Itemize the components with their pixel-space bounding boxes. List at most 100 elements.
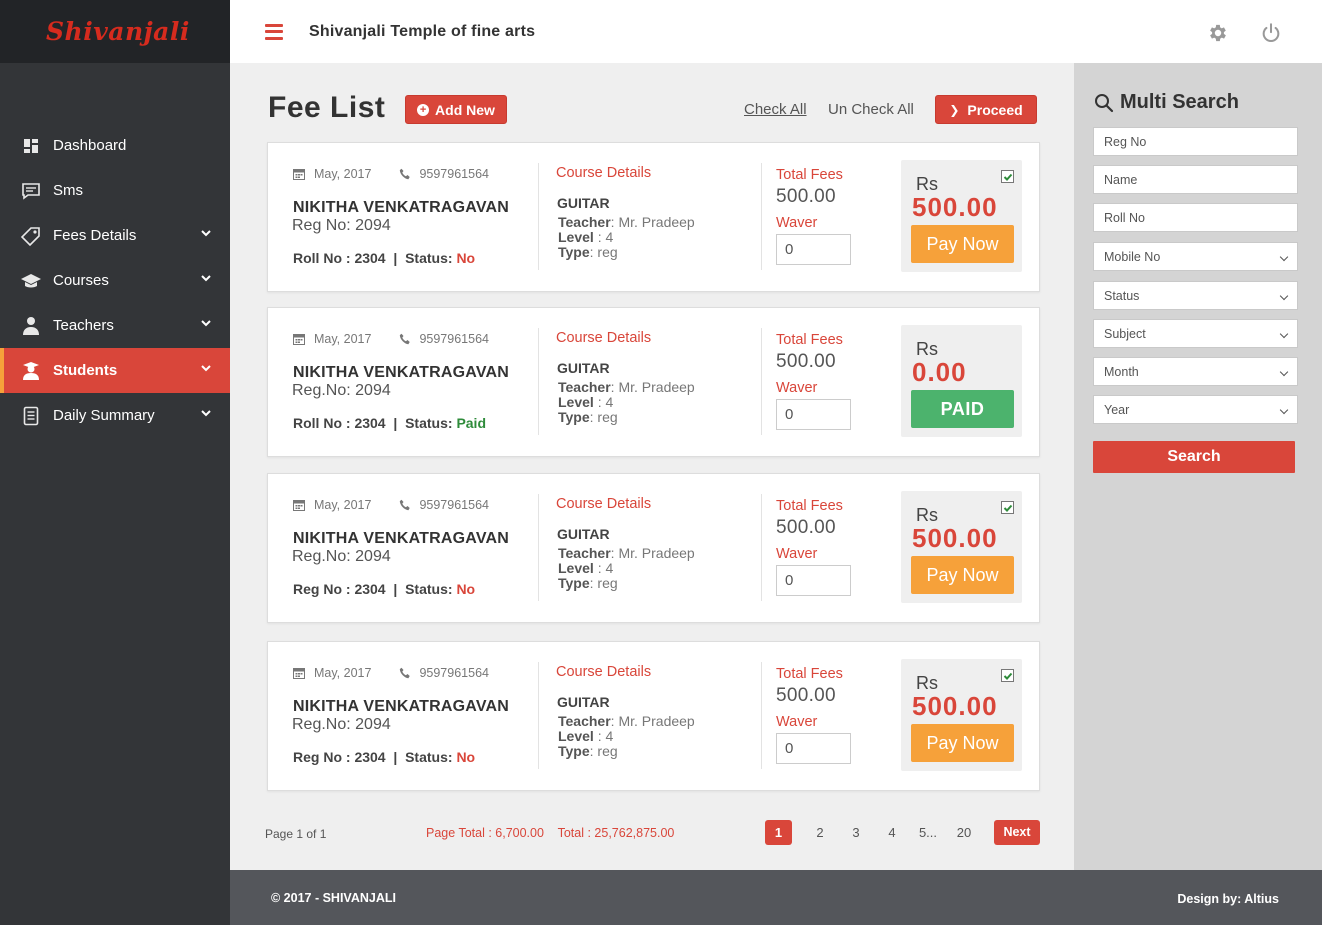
multi-search-title: Multi Search xyxy=(1094,91,1239,114)
due-amount: 500.00 xyxy=(912,192,998,222)
plus-icon: + xyxy=(417,103,430,116)
divider xyxy=(761,328,762,435)
sidebar: Shivanjali Dashboard Sms Fees Details Co… xyxy=(0,0,230,925)
payment-box: Rs 500.00 Pay Now xyxy=(901,491,1022,603)
page-link[interactable]: 2 xyxy=(802,825,838,840)
divider xyxy=(538,662,539,769)
gear-icon[interactable] xyxy=(1207,22,1229,44)
pay-now-button[interactable]: Pay Now xyxy=(911,225,1014,263)
type-label: Type xyxy=(558,244,590,260)
roll-value: 2304 xyxy=(354,581,386,597)
type-value: reg xyxy=(597,743,618,759)
level-line: Level : 4 xyxy=(558,560,614,576)
pagination-info: Page 1 of 1 xyxy=(265,827,327,841)
uncheck-all-link[interactable]: Un Check All xyxy=(828,101,914,118)
next-page-button[interactable]: Next xyxy=(994,820,1040,845)
waver-input[interactable] xyxy=(776,565,851,596)
teacher-value: Mr. Pradeep xyxy=(618,545,695,561)
student-name: NIKITHA VENKATRAGAVAN xyxy=(293,698,510,715)
level-value: 4 xyxy=(605,229,614,245)
search-reg-no-input[interactable]: Reg No xyxy=(1093,127,1298,156)
course-subject: GUITAR xyxy=(557,195,610,211)
search-mobile-no-select[interactable]: Mobile No xyxy=(1093,242,1298,271)
proceed-button[interactable]: ❯ Proceed xyxy=(935,95,1037,124)
teacher-label: Teacher xyxy=(558,214,611,230)
power-icon[interactable] xyxy=(1260,22,1282,44)
sidebar-item-teachers[interactable]: Teachers xyxy=(0,303,230,348)
total-fees-label: Total Fees xyxy=(776,332,843,348)
total-fees-value: 500.00 xyxy=(776,517,836,538)
status-label: Status: xyxy=(405,415,453,431)
page-link[interactable]: 20 xyxy=(946,825,982,840)
page-link[interactable]: 5... xyxy=(910,825,946,840)
teacher-line: Teacher: Mr. Pradeep xyxy=(558,545,695,561)
pay-now-button[interactable]: Pay Now xyxy=(911,556,1014,594)
dashboard-icon xyxy=(20,136,42,156)
calendar-icon xyxy=(293,668,305,679)
type-value: reg xyxy=(597,575,618,591)
select-checkbox[interactable] xyxy=(1001,669,1014,682)
graduation-cap-icon xyxy=(20,271,42,291)
logo[interactable]: Shivanjali xyxy=(0,0,230,63)
search-subject-select[interactable]: Subject xyxy=(1093,319,1298,348)
check-icon xyxy=(1003,672,1012,680)
divider xyxy=(761,662,762,769)
teacher-label: Teacher xyxy=(558,545,611,561)
level-label: Level xyxy=(558,560,594,576)
top-header: Shivanjali Temple of fine arts xyxy=(230,0,1322,63)
menu-icon[interactable] xyxy=(265,23,283,40)
roll-status-line: Reg No : 2304 | Status: No xyxy=(293,749,476,765)
sidebar-item-fees-details[interactable]: Fees Details xyxy=(0,213,230,258)
payment-box: Rs 500.00 Pay Now xyxy=(901,160,1022,272)
search-month-select[interactable]: Month xyxy=(1093,357,1298,386)
roll-label: Reg No xyxy=(293,581,342,597)
course-details-title: Course Details xyxy=(556,664,652,680)
pay-now-button[interactable]: Pay Now xyxy=(911,724,1014,762)
roll-label: Roll No xyxy=(293,415,342,431)
reg-number: Reg.No: 2094 xyxy=(292,716,391,733)
payment-box: Rs 500.00 Pay Now xyxy=(901,659,1022,771)
sidebar-item-students[interactable]: Students xyxy=(0,348,230,393)
search-name-input[interactable]: Name xyxy=(1093,165,1298,194)
course-details-title: Course Details xyxy=(556,330,652,346)
select-checkbox[interactable] xyxy=(1001,170,1014,183)
search-button[interactable]: Search xyxy=(1093,441,1295,473)
add-new-button[interactable]: + Add New xyxy=(405,95,507,124)
level-label: Level xyxy=(558,394,594,410)
teacher-line: Teacher: Mr. Pradeep xyxy=(558,379,695,395)
sidebar-item-label: Dashboard xyxy=(53,137,127,154)
search-status-select[interactable]: Status xyxy=(1093,281,1298,310)
divider xyxy=(538,328,539,435)
search-roll-no-input[interactable]: Roll No xyxy=(1093,203,1298,232)
due-amount: 0.00 xyxy=(912,357,967,387)
fee-card: May, 2017 9597961564 NIKITHA VENKATRAGAV… xyxy=(267,473,1040,623)
paid-button[interactable]: PAID xyxy=(911,390,1014,428)
select-checkbox[interactable] xyxy=(1001,501,1014,514)
level-value: 4 xyxy=(605,728,614,744)
sidebar-nav: Dashboard Sms Fees Details Courses Teach… xyxy=(0,123,230,438)
app-title: Shivanjali Temple of fine arts xyxy=(309,22,536,40)
type-line: Type: reg xyxy=(558,244,618,260)
page-link[interactable]: 4 xyxy=(874,825,910,840)
waver-input[interactable] xyxy=(776,399,851,430)
document-icon xyxy=(20,406,42,426)
search-year-select[interactable]: Year xyxy=(1093,395,1298,424)
calendar-icon xyxy=(293,169,305,180)
check-all-link[interactable]: Check All xyxy=(744,101,807,118)
waver-input[interactable] xyxy=(776,733,851,764)
card-phone: 9597961564 xyxy=(419,666,489,680)
sidebar-item-courses[interactable]: Courses xyxy=(0,258,230,303)
teacher-value: Mr. Pradeep xyxy=(618,214,695,230)
page-link[interactable]: 1 xyxy=(765,820,792,845)
sidebar-item-daily-summary[interactable]: Daily Summary xyxy=(0,393,230,438)
roll-value: 2304 xyxy=(354,250,386,266)
page-link[interactable]: 3 xyxy=(838,825,874,840)
card-date: May, 2017 xyxy=(314,498,372,512)
course-subject: GUITAR xyxy=(557,694,610,710)
roll-status-line: Roll No : 2304 | Status: Paid xyxy=(293,415,487,431)
waver-input[interactable] xyxy=(776,234,851,265)
chevron-down-icon xyxy=(201,410,211,417)
fee-card: May, 2017 9597961564 NIKITHA VENKATRAGAV… xyxy=(267,307,1040,457)
sidebar-item-dashboard[interactable]: Dashboard xyxy=(0,123,230,168)
sidebar-item-sms[interactable]: Sms xyxy=(0,168,230,213)
